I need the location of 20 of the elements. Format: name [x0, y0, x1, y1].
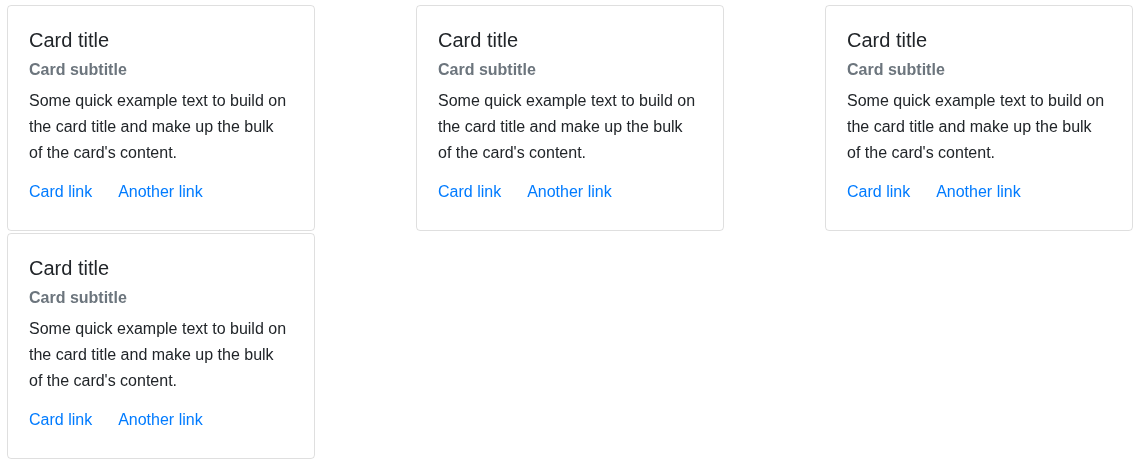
- card-link[interactable]: Card link: [438, 180, 502, 204]
- card-link[interactable]: Card link: [29, 408, 93, 432]
- card-title: Card title: [29, 28, 111, 52]
- card-subtitle: Card subtitle: [438, 60, 537, 80]
- card-text: Some quick example text to build on the card title and make up the bulk of the card's content.: [438, 91, 697, 163]
- card-subtitle: Card subtitle: [29, 288, 128, 308]
- card-subtitle: Card subtitle: [29, 60, 128, 80]
- card-link[interactable]: Another link: [527, 180, 612, 204]
- card-text: Some quick example text to build on the card title and make up the bulk of the card's content.: [29, 91, 288, 163]
- card-link[interactable]: Another link: [936, 180, 1021, 204]
- card-subtitle: Card subtitle: [847, 60, 946, 80]
- card-link[interactable]: Another link: [118, 408, 203, 432]
- card-link[interactable]: Card link: [29, 180, 93, 204]
- card-text: Some quick example text to build on the card title and make up the bulk of the card's content.: [29, 319, 288, 391]
- card-title: Card title: [847, 28, 929, 52]
- card-title: Card title: [438, 28, 520, 52]
- card-link[interactable]: Card link: [847, 180, 911, 204]
- card-title: Card title: [29, 256, 111, 280]
- card-text: Some quick example text to build on the card title and make up the bulk of the card's content.: [847, 91, 1106, 163]
- card-link[interactable]: Another link: [118, 180, 203, 204]
